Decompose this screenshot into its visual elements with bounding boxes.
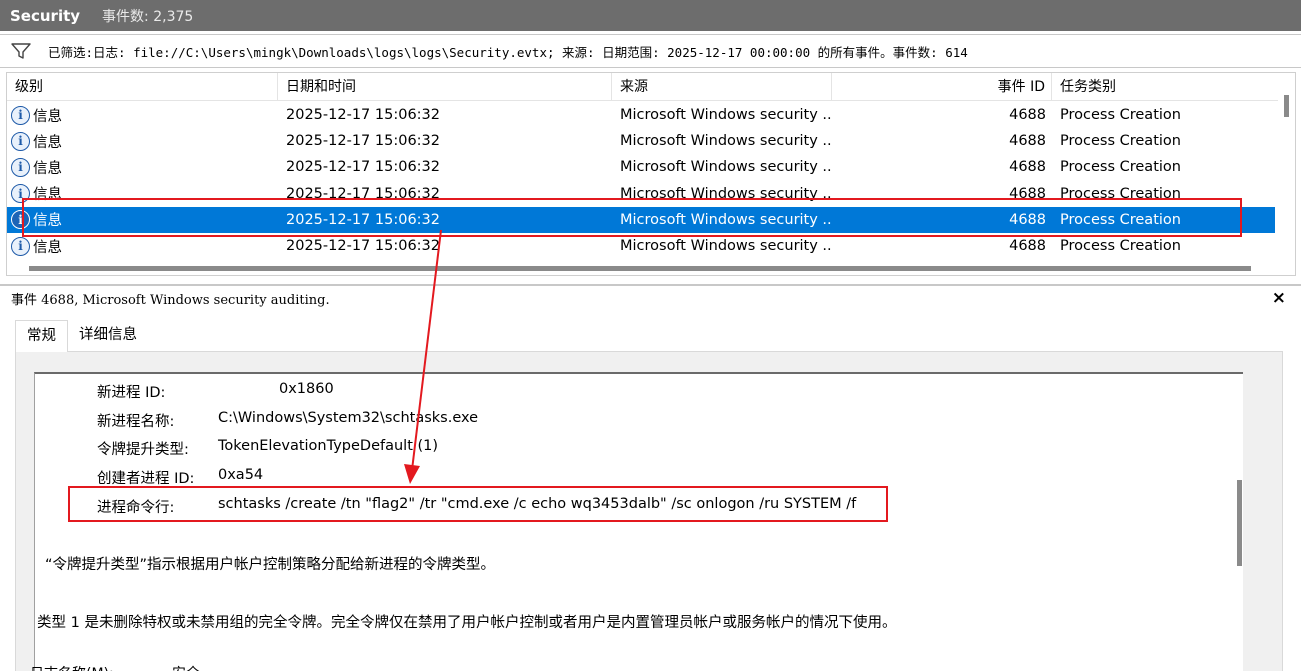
scroll-thumb[interactable] <box>29 266 1251 271</box>
field-value-token-elevation-type: TokenElevationTypeDefault (1) <box>218 438 439 454</box>
level-cell: 信息 <box>33 160 62 177</box>
task-category-cell: Process Creation <box>1060 107 1181 124</box>
column-header-datetime[interactable]: 日期和时间 <box>278 73 612 101</box>
level-cell: 信息 <box>33 134 62 151</box>
event-id-cell: 4688 <box>1009 238 1046 255</box>
filter-description: 已筛选:日志: file://C:\Users\mingk\Downloads\… <box>48 44 968 60</box>
field-label-creator-process-id: 创建者进程 ID: <box>97 471 195 487</box>
source-cell: Microsoft Windows security ... <box>620 185 832 202</box>
log-title-bar: Security 事件数: 2,375 <box>0 0 1301 31</box>
log-name-label: 日志名称(M): <box>30 663 114 671</box>
scroll-thumb[interactable] <box>1237 480 1242 566</box>
event-description[interactable]: 新进程 ID: 0x1860 新进程名称: C:\Windows\System3… <box>34 372 1243 671</box>
event-id-cell: 4688 <box>1009 107 1046 124</box>
field-value-creator-process-id: 0xa54 <box>218 467 264 483</box>
field-value-new-process-id: 0x1860 <box>279 381 334 397</box>
funnel-icon <box>11 43 31 59</box>
event-list-header: 级别 日期和时间 来源 事件 ID 任务类别 <box>7 73 1279 101</box>
datetime-cell: 2025-12-17 15:06:32 <box>286 133 440 150</box>
table-row[interactable]: i 信息 2025-12-17 15:06:32 Microsoft Window… <box>7 102 1275 128</box>
event-count: 事件数: 2,375 <box>102 8 194 25</box>
task-category-cell: Process Creation <box>1060 211 1181 228</box>
datetime-cell: 2025-12-17 15:06:32 <box>286 107 440 124</box>
level-cell: 信息 <box>33 108 62 125</box>
task-category-cell: Process Creation <box>1060 133 1181 150</box>
table-row[interactable]: i 信息 2025-12-17 15:06:32 Microsoft Window… <box>7 233 1275 259</box>
event-rows: i 信息 2025-12-17 15:06:32 Microsoft Window… <box>7 102 1275 259</box>
event-id-cell: 4688 <box>1009 185 1046 202</box>
scroll-thumb[interactable] <box>1284 95 1289 117</box>
column-header-task-category[interactable]: 任务类别 <box>1052 73 1279 101</box>
field-label-process-command-line: 进程命令行: <box>97 500 175 516</box>
event-list[interactable]: 级别 日期和时间 来源 事件 ID 任务类别 i 信息 2025-12-17 15… <box>6 72 1296 276</box>
info-icon: i <box>11 131 30 151</box>
source-cell: Microsoft Windows security ... <box>620 211 832 228</box>
close-icon[interactable]: × <box>1272 288 1286 308</box>
info-icon: i <box>11 210 30 230</box>
filter-bar: 已筛选:日志: file://C:\Users\mingk\Downloads\… <box>0 34 1301 68</box>
column-header-level[interactable]: 级别 <box>7 73 278 101</box>
field-label-new-process-name: 新进程名称: <box>97 414 175 430</box>
datetime-cell: 2025-12-17 15:06:32 <box>286 159 440 176</box>
event-list-vertical-scrollbar[interactable] <box>1278 73 1295 275</box>
log-name-value: 安全 <box>172 663 200 671</box>
detail-tabs: 常规 详细信息 <box>15 320 148 352</box>
column-header-source[interactable]: 来源 <box>612 73 832 101</box>
source-cell: Microsoft Windows security ... <box>620 159 832 176</box>
info-icon: i <box>11 236 30 256</box>
field-value-process-command-line: schtasks /create /tn "flag2" /tr "cmd.ex… <box>218 496 857 512</box>
table-row[interactable]: i 信息 2025-12-17 15:06:32 Microsoft Window… <box>7 154 1275 180</box>
source-cell: Microsoft Windows security ... <box>620 107 832 124</box>
source-cell: Microsoft Windows security ... <box>620 133 832 150</box>
column-header-event-id[interactable]: 事件 ID <box>832 73 1052 101</box>
event-detail-header: 事件 4688, Microsoft Windows security audi… <box>0 284 1301 310</box>
field-value-new-process-name: C:\Windows\System32\schtasks.exe <box>218 410 479 426</box>
level-cell: 信息 <box>33 213 62 230</box>
tab-general[interactable]: 常规 <box>15 320 68 352</box>
info-icon: i <box>11 184 30 204</box>
table-row-selected[interactable]: i 信息 2025-12-17 15:06:32 Microsoft Window… <box>7 206 1275 233</box>
info-icon: i <box>11 105 30 125</box>
datetime-cell: 2025-12-17 15:06:32 <box>286 211 440 228</box>
datetime-cell: 2025-12-17 15:06:32 <box>286 238 440 255</box>
source-cell: Microsoft Windows security ... <box>620 238 832 255</box>
tab-details[interactable]: 详细信息 <box>68 320 148 352</box>
task-category-cell: Process Creation <box>1060 159 1181 176</box>
datetime-cell: 2025-12-17 15:06:32 <box>286 185 440 202</box>
info-icon: i <box>11 157 30 177</box>
task-category-cell: Process Creation <box>1060 185 1181 202</box>
event-list-horizontal-scrollbar[interactable] <box>7 261 1279 275</box>
event-id-cell: 4688 <box>1009 159 1046 176</box>
task-category-cell: Process Creation <box>1060 238 1181 255</box>
token-type-note: 类型 1 是未删除特权或未禁用组的完全令牌。完全令牌仅在禁用了用户帐户控制或者用… <box>37 615 897 631</box>
level-cell: 信息 <box>33 187 62 204</box>
event-id-cell: 4688 <box>1009 133 1046 150</box>
table-row[interactable]: i 信息 2025-12-17 15:06:32 Microsoft Window… <box>7 181 1275 207</box>
event-id-cell: 4688 <box>1009 211 1046 228</box>
level-cell: 信息 <box>33 239 62 256</box>
table-row[interactable]: i 信息 2025-12-17 15:06:32 Microsoft Window… <box>7 128 1275 154</box>
token-elevation-note: “令牌提升类型”指示根据用户帐户控制策略分配给新进程的令牌类型。 <box>45 557 496 573</box>
field-label-new-process-id: 新进程 ID: <box>97 385 166 401</box>
log-name: Security <box>10 6 81 25</box>
field-label-token-elevation-type: 令牌提升类型: <box>97 442 189 458</box>
event-detail-title: 事件 4688, Microsoft Windows security audi… <box>11 292 330 308</box>
description-vertical-scrollbar[interactable] <box>1229 374 1243 671</box>
